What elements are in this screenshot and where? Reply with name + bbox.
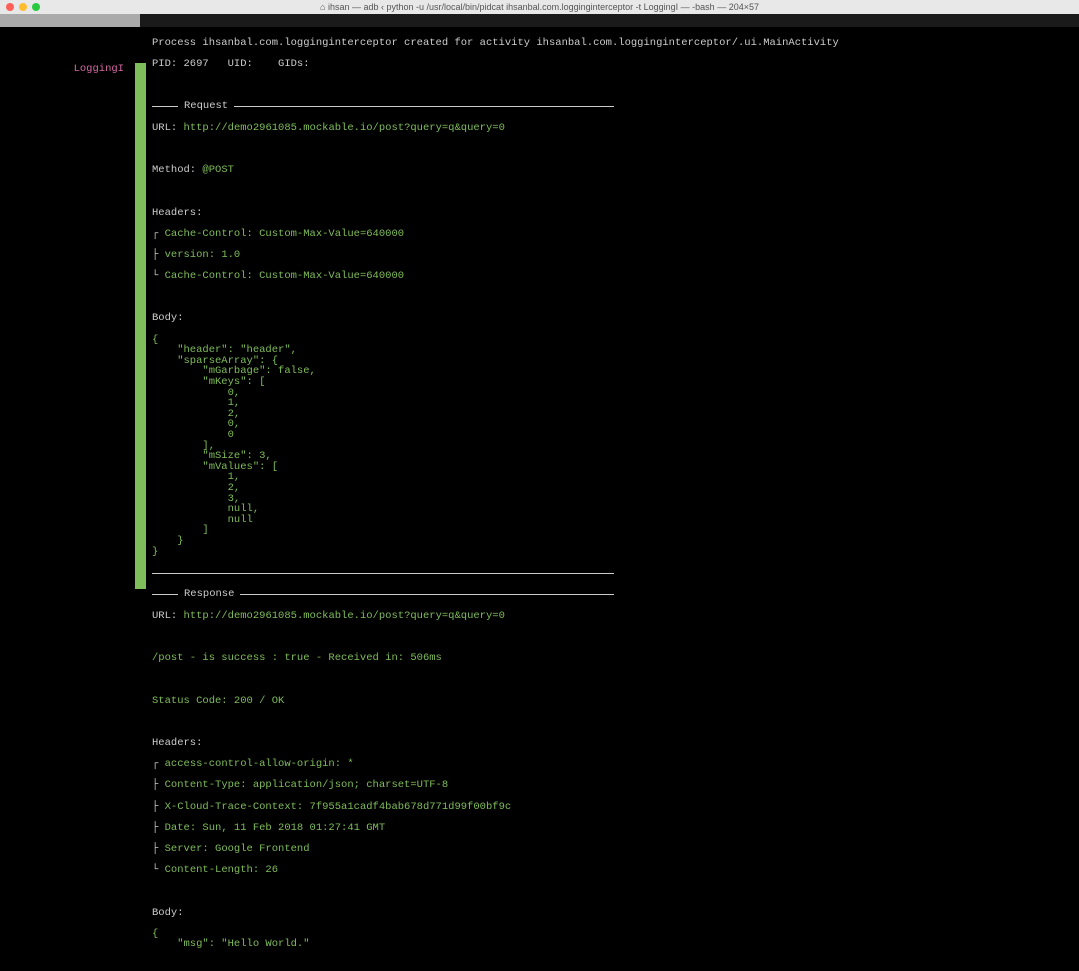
tab-strip (0, 14, 1079, 27)
window-titlebar: ⌂ ihsan — adb ‹ python -u /usr/local/bin… (0, 0, 1079, 14)
request-url: URL: http://demo2961085.mockable.io/post… (152, 123, 1079, 134)
response-url-value: http://demo2961085.mockable.io/post?quer… (184, 610, 505, 622)
request-url-value: http://demo2961085.mockable.io/post?quer… (184, 122, 505, 134)
process-line2: PID: 2697 UID: GIDs: (152, 59, 1079, 70)
request-section-footer (152, 568, 1079, 579)
response-label: Response (184, 589, 234, 600)
response-section-header: Response (152, 589, 1079, 600)
log-tag: LoggingI (74, 63, 124, 75)
home-icon: ⌂ (320, 2, 325, 12)
response-body-label: Body: (152, 908, 1079, 919)
response-header-0: ┌ access-control-allow-origin: * (152, 759, 1079, 770)
request-header-2: └ Cache-Control: Custom-Max-Value=640000 (152, 271, 1079, 282)
response-url: URL: http://demo2961085.mockable.io/post… (152, 611, 1079, 622)
terminal-area[interactable]: LoggingI Process ihsanbal.com.loggingint… (0, 27, 1079, 589)
minimize-icon[interactable] (19, 3, 27, 11)
request-header-0: ┌ Cache-Control: Custom-Max-Value=640000 (152, 229, 1079, 240)
window-title: ⌂ ihsan — adb ‹ python -u /usr/local/bin… (6, 2, 1073, 12)
log-content: Process ihsanbal.com.logginginterceptor … (146, 27, 1079, 589)
traffic-lights (6, 3, 40, 11)
request-headers-label: Headers: (152, 208, 1079, 219)
request-label: Request (184, 101, 228, 112)
severity-bar (135, 63, 146, 589)
response-body: { "msg": "Hello World." (152, 929, 1079, 950)
response-status-line: /post - is success : true - Received in:… (152, 653, 1079, 664)
close-icon[interactable] (6, 3, 14, 11)
request-body-label: Body: (152, 313, 1079, 324)
response-header-3: ├ Date: Sun, 11 Feb 2018 01:27:41 GMT (152, 823, 1079, 834)
response-header-1: ├ Content-Type: application/json; charse… (152, 780, 1079, 791)
request-method-value: @POST (202, 164, 234, 176)
response-header-2: ├ X-Cloud-Trace-Context: 7f955a1cadf4bab… (152, 802, 1079, 813)
response-status-code: Status Code: 200 / OK (152, 696, 1079, 707)
request-method: Method: @POST (152, 165, 1079, 176)
active-tab[interactable] (0, 14, 140, 27)
request-section-header: Request (152, 101, 1079, 112)
window-title-text: ihsan — adb ‹ python -u /usr/local/bin/p… (328, 2, 759, 12)
process-line1: Process ihsanbal.com.logginginterceptor … (152, 38, 1079, 49)
request-body: { "header": "header", "sparseArray": { "… (152, 335, 1079, 557)
response-header-5: └ Content-Length: 26 (152, 865, 1079, 876)
response-headers-label: Headers: (152, 738, 1079, 749)
gutter: LoggingI (0, 27, 135, 589)
maximize-icon[interactable] (32, 3, 40, 11)
request-header-1: ├ version: 1.0 (152, 250, 1079, 261)
response-header-4: ├ Server: Google Frontend (152, 844, 1079, 855)
